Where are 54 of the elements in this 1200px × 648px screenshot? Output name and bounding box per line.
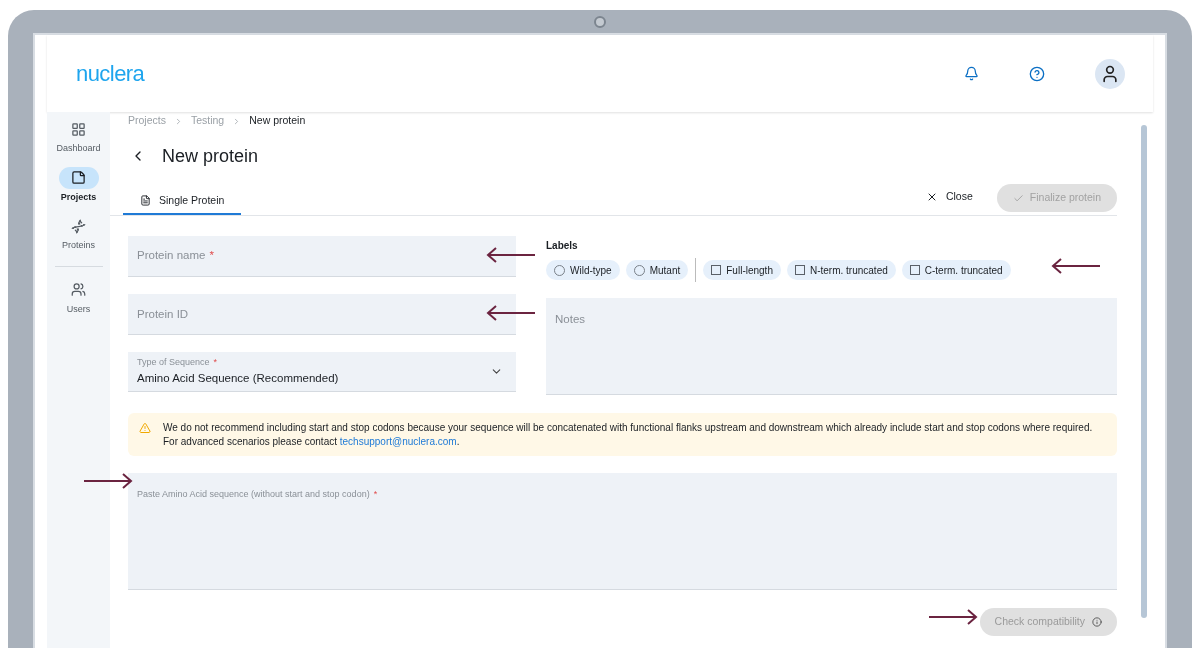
annotation-arrow bbox=[928, 609, 978, 625]
document-icon bbox=[140, 195, 151, 206]
check-icon bbox=[1012, 192, 1024, 204]
camera-icon bbox=[594, 16, 606, 28]
breadcrumb: New protein bbox=[249, 113, 306, 129]
sidebar-item[interactable]: Proteins bbox=[58, 215, 99, 253]
people-icon bbox=[71, 282, 86, 297]
sequence-type-select[interactable]: Type of Sequence * Amino Acid Sequence (Recommended) bbox=[128, 352, 516, 392]
label-chip[interactable]: N-term. truncated bbox=[786, 260, 896, 280]
label-chip[interactable]: Wild-type bbox=[546, 260, 620, 280]
support-email-link[interactable]: techsupport@nuclera.com bbox=[339, 436, 457, 447]
user-icon bbox=[1100, 63, 1120, 84]
close-button[interactable]: Close bbox=[925, 189, 973, 205]
notifications-icon[interactable] bbox=[964, 66, 979, 81]
scrollbar[interactable] bbox=[1141, 125, 1147, 618]
warning-text: We do not recommend including start and stop codons because your sequence will be concatenated with functional flanks upstream and downstream which already include start and stop codons where required. For advanced scenarios please contact techsupport@nuclera.com. bbox=[163, 421, 1094, 449]
label-chip[interactable]: Full-length bbox=[703, 260, 781, 280]
protein-name-field[interactable]: Protein name * bbox=[128, 236, 516, 277]
chip-label: N-term. truncated bbox=[809, 263, 888, 278]
required-mark: * bbox=[213, 357, 218, 368]
label-chip[interactable]: Mutant bbox=[625, 260, 689, 280]
protein-id-field[interactable]: Protein ID bbox=[128, 294, 516, 335]
select-label: Type of Sequence * bbox=[137, 356, 219, 370]
annotation-arrow bbox=[1051, 258, 1101, 274]
required-mark: * bbox=[209, 249, 214, 262]
warning-icon bbox=[139, 422, 151, 434]
info-icon bbox=[1092, 617, 1102, 627]
checkbox[interactable] bbox=[909, 265, 920, 275]
field-placeholder: Protein name * bbox=[137, 248, 214, 264]
page-title: New protein bbox=[162, 144, 259, 168]
notes-field[interactable]: Notes bbox=[546, 298, 1117, 395]
chip-label: Mutant bbox=[649, 263, 681, 278]
chip-label: Wild-type bbox=[570, 263, 612, 278]
field-label: Paste Amino Acid sequence (without start and stop codon) * bbox=[137, 489, 378, 499]
checkbox[interactable] bbox=[711, 265, 722, 275]
checkbox[interactable] bbox=[794, 265, 805, 275]
select-value: Amino Acid Sequence (Recommended) bbox=[137, 370, 340, 386]
sidebar-item[interactable]: Dashboard bbox=[56, 118, 101, 156]
avatar[interactable] bbox=[1095, 58, 1125, 89]
sidebar-item[interactable]: Users bbox=[58, 278, 99, 316]
help-icon[interactable] bbox=[1029, 65, 1045, 82]
chip-label: Full-length bbox=[726, 263, 773, 278]
annotation-arrow bbox=[486, 247, 536, 263]
required-mark: * bbox=[373, 489, 378, 499]
dna-icon bbox=[71, 218, 86, 234]
label-chip[interactable]: C-term. truncated bbox=[901, 260, 1011, 280]
chip-label: C-term. truncated bbox=[924, 263, 1003, 278]
sequence-field[interactable]: Paste Amino Acid sequence (without start and stop codon) * bbox=[128, 473, 1117, 590]
note-icon bbox=[71, 170, 86, 185]
tab[interactable]: Single Protein bbox=[123, 188, 242, 215]
labels-title: Labels bbox=[546, 239, 579, 253]
annotation-arrow bbox=[83, 473, 133, 489]
annotation-arrow bbox=[486, 305, 536, 321]
grid-icon bbox=[71, 121, 86, 137]
